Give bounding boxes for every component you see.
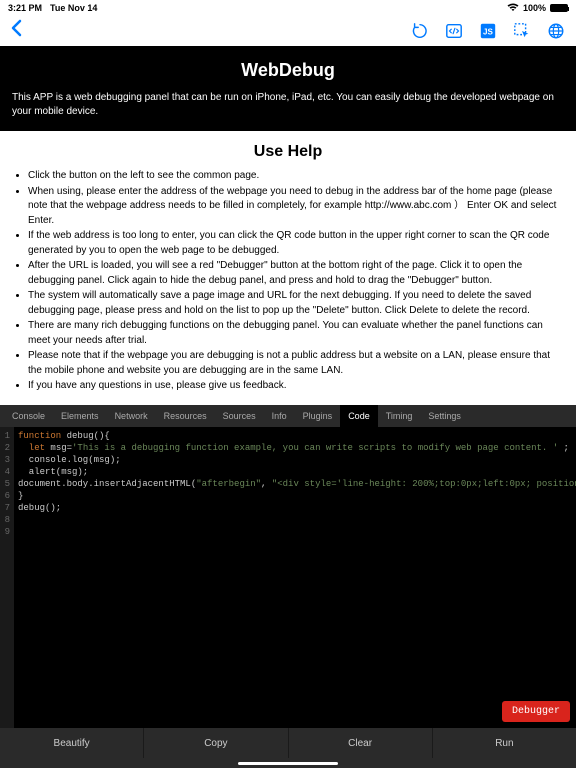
tab-info[interactable]: Info: [264, 405, 295, 427]
use-help-title: Use Help: [0, 143, 576, 161]
tab-timing[interactable]: Timing: [378, 405, 421, 427]
help-list: Click the button on the left to see the …: [0, 169, 576, 405]
status-time: 3:21 PM: [8, 3, 42, 13]
tab-sources[interactable]: Sources: [215, 405, 264, 427]
run-button[interactable]: Run: [433, 728, 576, 758]
tab-settings[interactable]: Settings: [420, 405, 469, 427]
tab-plugins[interactable]: Plugins: [295, 405, 341, 427]
tab-elements[interactable]: Elements: [53, 405, 107, 427]
battery-icon: [550, 4, 568, 12]
status-bar: 3:21 PM Tue Nov 14 100%: [0, 0, 576, 16]
debugger-button[interactable]: Debugger: [502, 701, 570, 722]
list-item: The system will automatically save a pag…: [28, 289, 560, 318]
tab-resources[interactable]: Resources: [156, 405, 215, 427]
list-item: When using, please enter the address of …: [28, 185, 560, 229]
debug-panel: Console Elements Network Resources Sourc…: [0, 405, 576, 768]
clear-button[interactable]: Clear: [289, 728, 433, 758]
tab-network[interactable]: Network: [107, 405, 156, 427]
svg-text:JS: JS: [483, 28, 493, 37]
line-gutter: 123456789: [0, 427, 14, 729]
back-button[interactable]: [10, 19, 24, 43]
battery-pct: 100%: [523, 3, 546, 13]
tab-console[interactable]: Console: [4, 405, 53, 427]
beautify-button[interactable]: Beautify: [0, 728, 144, 758]
hero-banner: WebDebug This APP is a web debugging pan…: [0, 46, 576, 131]
toolbar: JS: [0, 16, 576, 46]
list-item: After the URL is loaded, you will see a …: [28, 259, 560, 288]
refresh-icon[interactable]: [410, 21, 430, 41]
js-icon[interactable]: JS: [478, 21, 498, 41]
bottom-bar: Beautify Copy Clear Run: [0, 728, 576, 758]
list-item: If the web address is too long to enter,…: [28, 229, 560, 258]
code-icon[interactable]: [444, 21, 464, 41]
status-date: Tue Nov 14: [50, 3, 97, 13]
app-subtitle: This APP is a web debugging panel that c…: [12, 91, 564, 119]
code-content[interactable]: function debug(){ let msg='This is a deb…: [14, 427, 576, 729]
list-item: If you have any questions in use, please…: [28, 379, 560, 394]
debug-tabs: Console Elements Network Resources Sourc…: [0, 405, 576, 427]
globe-icon[interactable]: [546, 21, 566, 41]
list-item: Click the button on the left to see the …: [28, 169, 560, 184]
tab-code[interactable]: Code: [340, 405, 378, 427]
select-icon[interactable]: [512, 21, 532, 41]
list-item: There are many rich debugging functions …: [28, 319, 560, 348]
wifi-icon: [507, 3, 519, 14]
home-indicator[interactable]: [0, 758, 576, 768]
copy-button[interactable]: Copy: [144, 728, 288, 758]
list-item: Please note that if the webpage you are …: [28, 349, 560, 378]
app-title: WebDebug: [12, 60, 564, 81]
code-editor[interactable]: 123456789 function debug(){ let msg='Thi…: [0, 427, 576, 729]
